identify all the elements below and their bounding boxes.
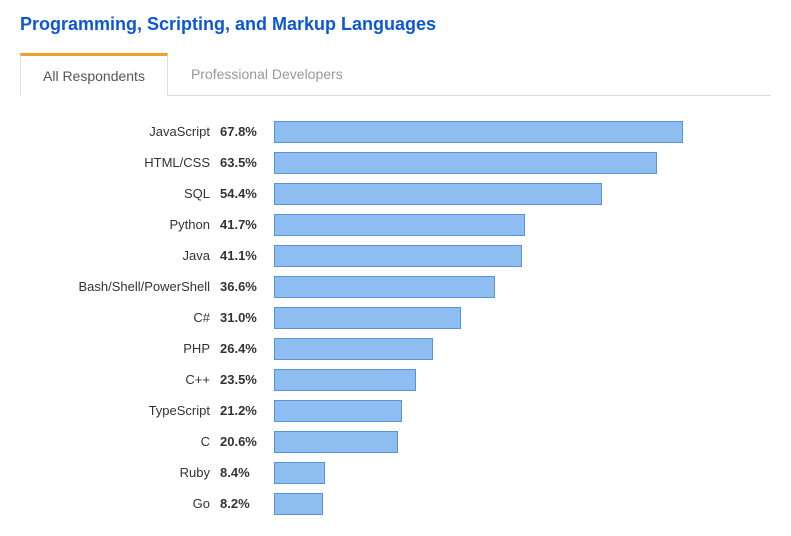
chart-row: TypeScript21.2% xyxy=(40,395,771,426)
bar-track xyxy=(274,276,696,298)
chart-row: JavaScript67.8% xyxy=(40,116,771,147)
bar-fill xyxy=(274,338,433,360)
bar-label: C# xyxy=(40,310,220,325)
bar-label: Python xyxy=(40,217,220,232)
bar-value: 26.4% xyxy=(220,341,274,356)
bar-label: HTML/CSS xyxy=(40,155,220,170)
bar-track xyxy=(274,462,696,484)
bar-label: C xyxy=(40,434,220,449)
bar-track xyxy=(274,369,696,391)
bar-label: Bash/Shell/PowerShell xyxy=(40,279,220,294)
bar-label: PHP xyxy=(40,341,220,356)
bar-track xyxy=(274,431,696,453)
bar-label: JavaScript xyxy=(40,124,220,139)
bar-track xyxy=(274,183,696,205)
bar-fill xyxy=(274,493,323,515)
chart-row: C#31.0% xyxy=(40,302,771,333)
bar-value: 63.5% xyxy=(220,155,274,170)
bar-track xyxy=(274,214,696,236)
bar-fill xyxy=(274,369,416,391)
chart-row: Python41.7% xyxy=(40,209,771,240)
bar-value: 21.2% xyxy=(220,403,274,418)
bar-fill xyxy=(274,245,522,267)
bar-fill xyxy=(274,431,398,453)
bar-value: 23.5% xyxy=(220,372,274,387)
bar-label: Ruby xyxy=(40,465,220,480)
chart-row: PHP26.4% xyxy=(40,333,771,364)
bar-fill xyxy=(274,400,402,422)
bar-value: 54.4% xyxy=(220,186,274,201)
bar-track xyxy=(274,493,696,515)
bar-fill xyxy=(274,121,683,143)
bar-value: 20.6% xyxy=(220,434,274,449)
bar-value: 41.7% xyxy=(220,217,274,232)
chart-row: Java41.1% xyxy=(40,240,771,271)
bar-track xyxy=(274,400,696,422)
bar-label: C++ xyxy=(40,372,220,387)
chart-row: C++23.5% xyxy=(40,364,771,395)
bar-fill xyxy=(274,276,495,298)
chart-row: Bash/Shell/PowerShell36.6% xyxy=(40,271,771,302)
bar-track xyxy=(274,338,696,360)
bar-track xyxy=(274,152,696,174)
bar-fill xyxy=(274,183,602,205)
bar-label: SQL xyxy=(40,186,220,201)
bar-value: 67.8% xyxy=(220,124,274,139)
bar-value: 8.4% xyxy=(220,465,274,480)
bar-chart: JavaScript67.8%HTML/CSS63.5%SQL54.4%Pyth… xyxy=(20,116,771,519)
bar-fill xyxy=(274,214,525,236)
bar-fill xyxy=(274,462,325,484)
chart-row: Ruby8.4% xyxy=(40,457,771,488)
bar-value: 36.6% xyxy=(220,279,274,294)
tab-all-respondents[interactable]: All Respondents xyxy=(20,53,168,96)
chart-row: Go8.2% xyxy=(40,488,771,519)
bar-value: 31.0% xyxy=(220,310,274,325)
tabs-container: All Respondents Professional Developers xyxy=(20,53,771,96)
bar-label: Go xyxy=(40,496,220,511)
chart-title: Programming, Scripting, and Markup Langu… xyxy=(20,14,771,35)
bar-fill xyxy=(274,152,657,174)
chart-row: HTML/CSS63.5% xyxy=(40,147,771,178)
chart-row: SQL54.4% xyxy=(40,178,771,209)
bar-fill xyxy=(274,307,461,329)
bar-track xyxy=(274,121,696,143)
tab-professional-developers[interactable]: Professional Developers xyxy=(168,53,366,95)
bar-value: 8.2% xyxy=(220,496,274,511)
bar-track xyxy=(274,307,696,329)
bar-value: 41.1% xyxy=(220,248,274,263)
bar-track xyxy=(274,245,696,267)
bar-label: TypeScript xyxy=(40,403,220,418)
bar-label: Java xyxy=(40,248,220,263)
chart-row: C20.6% xyxy=(40,426,771,457)
